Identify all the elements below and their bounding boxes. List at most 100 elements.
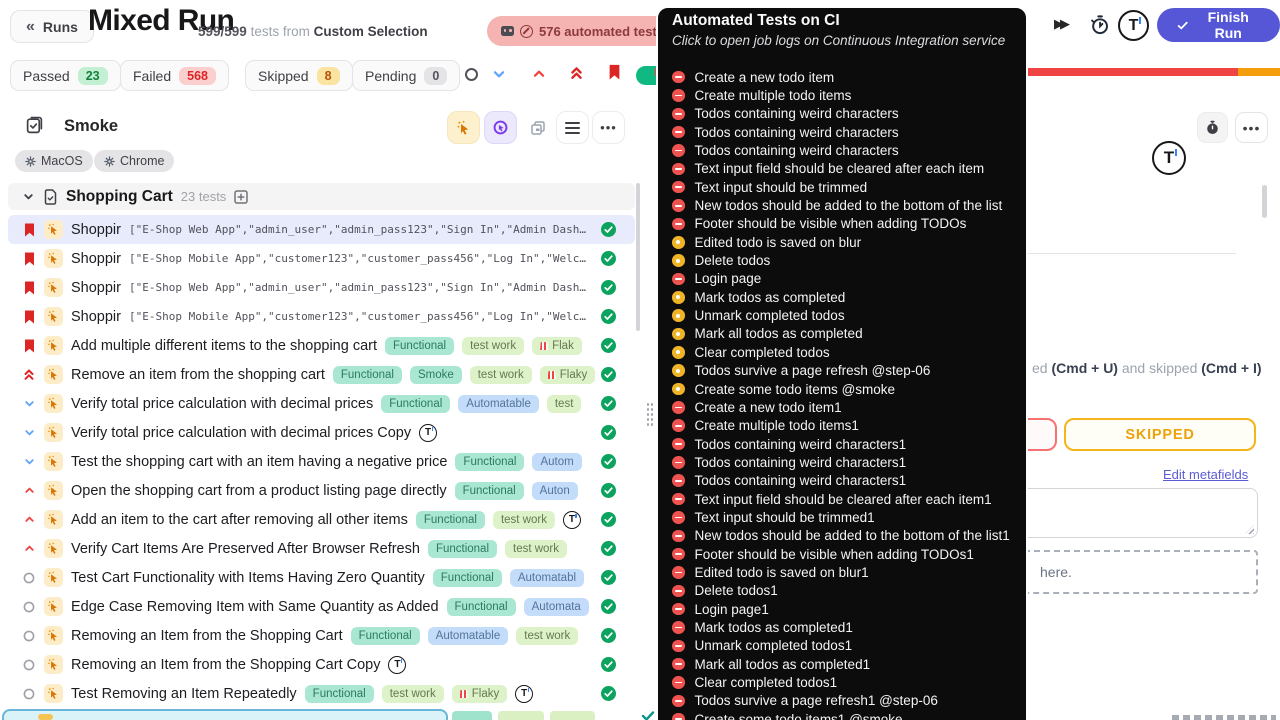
tooltip-test-item[interactable]: New todos should be added to the bottom …	[672, 527, 1018, 545]
test-row[interactable]: Verify Cart Items Are Preserved After Br…	[8, 534, 635, 563]
failed-status-icon	[672, 695, 685, 708]
tooltip-test-item[interactable]: Text input field should be cleared after…	[672, 490, 1018, 508]
tooltip-test-item[interactable]: Unmark completed todos	[672, 306, 1018, 324]
test-row[interactable]: Remove an item from the shopping cartFun…	[8, 360, 635, 389]
tag-macos[interactable]: MacOS	[15, 150, 93, 172]
tooltip-test-item[interactable]: Edited todo is saved on blur1	[672, 563, 1018, 581]
tooltip-test-label: Footer should be visible when adding TOD…	[695, 547, 974, 562]
tooltip-test-item[interactable]: Create some todo items @smoke	[672, 380, 1018, 398]
finish-run-button[interactable]: Finish Run	[1157, 8, 1280, 42]
panel-resize-handle[interactable]	[646, 402, 653, 426]
status-circle-icon[interactable]	[465, 68, 478, 81]
tooltip-test-item[interactable]: Mark todos as completed	[672, 288, 1018, 306]
tooltip-test-item[interactable]: Create multiple todo items1	[672, 417, 1018, 435]
copy-button[interactable]	[521, 111, 554, 144]
comment-textarea[interactable]	[1016, 488, 1258, 538]
resize-grip-icon[interactable]	[1245, 525, 1254, 534]
tooltip-test-item[interactable]: Clear completed todos1	[672, 673, 1018, 691]
test-row[interactable]: Verify total price calculation with deci…	[8, 418, 635, 447]
tooltip-test-item[interactable]: Todos containing weird characters	[672, 123, 1018, 141]
rerun-automated-button[interactable]	[484, 111, 517, 144]
suite-more-button[interactable]: •••	[592, 111, 625, 144]
passed-check-icon	[601, 251, 616, 266]
automated-cursor-button[interactable]	[447, 111, 480, 144]
test-row[interactable]: Removing an Item from the Shopping CartF…	[8, 621, 635, 650]
test-row[interactable]: Shoppir["E-Shop Web App","admin_user","a…	[8, 273, 635, 302]
sort-up-icon[interactable]	[531, 66, 547, 87]
list-view-button[interactable]	[556, 111, 589, 144]
tooltip-test-item[interactable]: Mark all todos as completed	[672, 325, 1018, 343]
test-row[interactable]: Test the shopping cart with an item havi…	[8, 447, 635, 476]
add-test-icon[interactable]	[234, 190, 248, 204]
filter-failed[interactable]: Failed568	[120, 60, 229, 91]
tooltip-test-item[interactable]: Footer should be visible when adding TOD…	[672, 545, 1018, 563]
tag-badge: test work	[493, 511, 555, 529]
tooltip-test-item[interactable]: Text input should be trimmed	[672, 178, 1018, 196]
tooltip-test-item[interactable]: Clear completed todos	[672, 343, 1018, 361]
timer-button[interactable]	[1197, 112, 1228, 143]
tooltip-test-item[interactable]: Unmark completed todos1	[672, 637, 1018, 655]
test-row[interactable]: Add multiple different items to the shop…	[8, 331, 635, 360]
testomat-logo-icon[interactable]: T	[1118, 10, 1149, 41]
test-row[interactable]: Open the shopping cart from a product li…	[8, 476, 635, 505]
skipped-button[interactable]: SKIPPED	[1064, 418, 1256, 451]
skipped-status-icon	[672, 236, 685, 249]
popcorn-icon	[548, 370, 556, 379]
tooltip-test-item[interactable]: Todos containing weird characters	[672, 105, 1018, 123]
back-to-runs-button[interactable]: « Runs	[10, 10, 94, 43]
test-row[interactable]: Test Removing an Item RepeatedlyFunction…	[8, 679, 635, 708]
chevrons-up-icon	[22, 366, 36, 383]
test-row[interactable]: Verify total price calculation with deci…	[8, 389, 635, 418]
stopwatch-icon[interactable]	[1088, 13, 1111, 41]
test-row[interactable]: Removing an Item from the Shopping Cart …	[8, 650, 635, 679]
automated-tests-badge[interactable]: 576 automated tests	[487, 16, 678, 46]
test-row[interactable]: Add an item to the cart after removing a…	[8, 505, 635, 534]
tag-badge: Auton	[532, 482, 578, 500]
sort-down-icon[interactable]	[491, 66, 507, 87]
testomat-avatar-icon[interactable]: T	[1152, 141, 1186, 175]
filter-pending[interactable]: Pending0	[352, 60, 460, 91]
edit-metafields-link[interactable]: Edit metafields	[1163, 467, 1248, 482]
tooltip-test-item[interactable]: Edited todo is saved on blur	[672, 233, 1018, 251]
failed-status-icon	[672, 658, 685, 671]
tooltip-test-item[interactable]: Footer should be visible when adding TOD…	[672, 215, 1018, 233]
tooltip-test-item[interactable]: Create some todo items1 @smoke	[672, 710, 1018, 720]
tooltip-test-item[interactable]: Create multiple todo items	[672, 86, 1018, 104]
tooltip-test-item[interactable]: Todos containing weird characters1	[672, 472, 1018, 490]
tooltip-test-item[interactable]: Text input field should be cleared after…	[672, 160, 1018, 178]
tooltip-test-item[interactable]: Delete todos	[672, 251, 1018, 269]
list-scrollbar[interactable]	[636, 183, 640, 331]
tooltip-test-item[interactable]: Create a new todo item	[672, 68, 1018, 86]
tag-chrome[interactable]: Chrome	[94, 150, 174, 172]
tooltip-test-item[interactable]: New todos should be added to the bottom …	[672, 196, 1018, 214]
tooltip-test-item[interactable]: Login page	[672, 270, 1018, 288]
tooltip-test-item[interactable]: Todos survive a page refresh @step-06	[672, 362, 1018, 380]
tooltip-test-item[interactable]: Login page1	[672, 600, 1018, 618]
tooltip-test-item[interactable]: Text input should be trimmed1	[672, 508, 1018, 526]
filter-passed[interactable]: Passed23	[10, 60, 121, 91]
popcorn-icon	[540, 341, 548, 350]
fast-forward-icon[interactable]: ▶▶	[1054, 16, 1066, 32]
failed-status-icon	[672, 419, 685, 432]
tooltip-test-item[interactable]: Mark todos as completed1	[672, 618, 1018, 636]
priority-high-icon[interactable]	[568, 62, 585, 88]
test-row[interactable]: Test Cart Functionality with Items Havin…	[8, 563, 635, 592]
tooltip-test-item[interactable]: Todos containing weird characters1	[672, 453, 1018, 471]
group-header-shopping-cart[interactable]: Shopping Cart 23 tests	[8, 183, 635, 210]
right-scrollbar[interactable]	[1262, 185, 1267, 218]
test-row[interactable]: Shoppir["E-Shop Mobile App","customer123…	[8, 302, 635, 331]
test-row[interactable]: Shoppir["E-Shop Mobile App","customer123…	[8, 244, 635, 273]
filter-skipped[interactable]: Skipped8	[245, 60, 353, 91]
test-row[interactable]: Shoppir["E-Shop Web App","admin_user","a…	[8, 215, 635, 244]
file-dropzone[interactable]: here.	[1010, 550, 1258, 594]
tooltip-test-item[interactable]: Todos containing weird characters1	[672, 435, 1018, 453]
test-row[interactable]: Edge Case Removing Item with Same Quanti…	[8, 592, 635, 621]
tooltip-test-item[interactable]: Todos containing weird characters	[672, 141, 1018, 159]
tooltip-test-item[interactable]: Create a new todo item1	[672, 398, 1018, 416]
bookmark-filter-icon[interactable]	[608, 64, 621, 86]
tooltip-test-item[interactable]: Delete todos1	[672, 582, 1018, 600]
tooltip-test-item[interactable]: Mark all todos as completed1	[672, 655, 1018, 673]
detail-more-button[interactable]: •••	[1235, 112, 1268, 143]
tooltip-test-item[interactable]: Todos survive a page refresh1 @step-06	[672, 692, 1018, 710]
inline-edit-input-clipped[interactable]	[2, 709, 448, 720]
